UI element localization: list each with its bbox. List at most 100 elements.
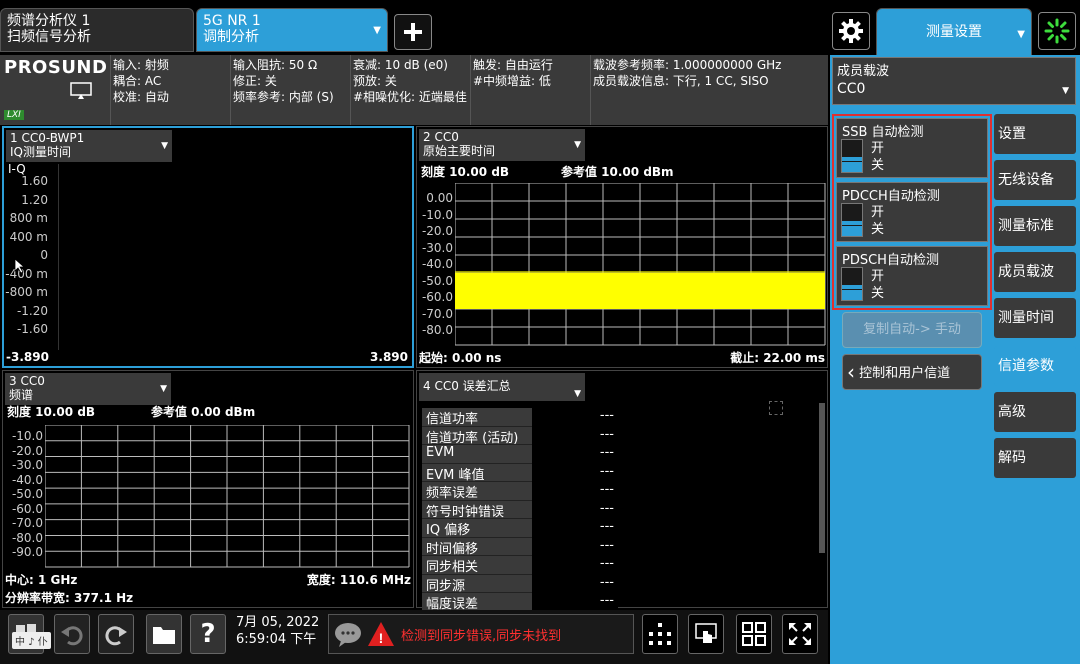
metric-name: 信道功率 (活动) [422, 426, 532, 445]
marker-tools-button[interactable] [642, 614, 678, 654]
touch-button[interactable] [688, 614, 724, 654]
info-text: 触发: 自由运行 [473, 58, 553, 72]
y-tick-label: -60.0 [11, 501, 43, 516]
side-menu-radio[interactable]: 无线设备 [994, 160, 1076, 200]
info-text: 校准: 自动 [113, 90, 169, 104]
y-tick-label: -1.20 [16, 303, 48, 318]
redo-button[interactable] [98, 614, 134, 654]
cast-button[interactable] [64, 81, 98, 101]
toggle-off-label: 关 [871, 286, 885, 301]
help-button[interactable]: ? [190, 614, 226, 654]
metric-name: 信道功率 [422, 408, 532, 427]
error-summary-table: 信道功率 --- 信道功率 (活动) --- EVM --- EVM 峰值 --- 频率误差 --… [422, 408, 618, 612]
file-button[interactable] [146, 614, 182, 654]
metric-value: --- [532, 500, 618, 519]
menu-label: 测量设置 [926, 24, 982, 40]
info-text: 修正: 关 [233, 74, 277, 88]
window-title-dropdown[interactable]: 2 CC0 原始主要时间 ▼ [419, 129, 585, 161]
info-text: 耦合: AC [113, 74, 162, 88]
toggle-title: PDSCH自动检测 [842, 253, 939, 268]
window-iq[interactable]: 1 CC0-BWP1 IQ测量时间 ▼ I-Q 1.60 1.20 800 m 400… [2, 126, 414, 368]
window-spectrum[interactable]: 3 CC0 频谱 ▼ 刻度 10.00 dB 参考值 0.00 dBm -10.… [2, 370, 414, 608]
side-menu-meas-time[interactable]: 测量时间 [994, 298, 1076, 338]
window-subtitle: 频谱 [9, 388, 34, 402]
button-label: 复制自动-> 手动 [863, 322, 961, 337]
table-row: 信道功率 --- [422, 408, 618, 427]
pdsch-auto-detect-toggle[interactable]: PDSCH自动检测 开 关 [836, 246, 988, 306]
side-menu-component-carrier[interactable]: 成员载波 [994, 252, 1076, 292]
tab-5g-nr[interactable]: 5G NR 1 调制分析 ▼ [196, 8, 388, 52]
window-subtitle: 原始主要时间 [423, 144, 496, 158]
message-bar[interactable]: ! 检测到同步错误,同步未找到 [328, 614, 634, 654]
ref-level-label: 参考值 0.00 dBm [151, 405, 256, 419]
layout-button[interactable] [736, 614, 772, 654]
info-text: 输入阻抗: 50 Ω [233, 58, 318, 72]
undo-button[interactable] [54, 614, 90, 654]
window-title-dropdown[interactable]: 4 CC0 误差汇总 ▼ [419, 373, 585, 401]
y-tick-label: -1.60 [16, 322, 48, 336]
y-tick-label: -800 m [5, 285, 48, 299]
measure-setup-menu[interactable]: 测量设置 ▼ [876, 8, 1032, 56]
metric-value: --- [532, 482, 618, 501]
y-tick-label: -20.0 [11, 443, 43, 458]
chevron-down-icon: ▼ [1062, 86, 1069, 96]
time-text: 6:59:04 下午 [236, 632, 317, 647]
copy-auto-to-manual-button[interactable]: 复制自动-> 手动 [842, 312, 982, 348]
info-text: 成员载波信息: 下行, 1 CC, SISO [593, 74, 769, 88]
control-user-channel-button[interactable]: ‹ 控制和用户信道 [842, 354, 982, 390]
table-row: IQ 偏移 --- [422, 519, 618, 538]
table-row: 同步源 --- [422, 574, 618, 593]
carrier-select-value: CC0 [837, 81, 866, 97]
side-menu-label: 成员载波 [998, 264, 1054, 280]
ssb-auto-detect-toggle[interactable]: SSB 自动检测 开 关 [836, 118, 988, 178]
tab-spectrum-analyzer[interactable]: 频谱分析仪 1 扫频信号分析 [0, 8, 194, 52]
window-title-dropdown[interactable]: 1 CC0-BWP1 IQ测量时间 ▼ [6, 130, 172, 162]
metric-name: IQ 偏移 [422, 519, 532, 538]
spectrum-plot [45, 425, 410, 568]
y-tick-label: -60.0 [421, 290, 453, 304]
y-tick-label: -80.0 [421, 323, 453, 337]
metric-value: --- [532, 463, 618, 482]
side-menu-setup[interactable]: 设置 [994, 114, 1076, 154]
window-title: 3 CC0 [9, 374, 45, 388]
toggle-title: PDCCH自动检测 [842, 189, 940, 204]
pdcch-auto-detect-toggle[interactable]: PDCCH自动检测 开 关 [836, 182, 988, 242]
toggle-off-label: 关 [871, 222, 885, 237]
chevron-down-icon: ▼ [574, 389, 581, 399]
maximize-button[interactable] [782, 614, 818, 654]
metric-value: --- [532, 519, 618, 538]
ime-indicator[interactable]: 中 ♪ 仆 [12, 632, 51, 649]
side-menu-channel-params[interactable]: 信道参数 [994, 346, 1076, 386]
x-axis-max: 3.890 [370, 350, 408, 364]
lxi-badge: LXI [4, 110, 24, 120]
add-tab-button[interactable] [394, 14, 432, 50]
info-impedance: 输入阻抗: 50 Ω 修正: 关 频率参考: 内部 (S) [230, 55, 350, 125]
side-menu-advanced[interactable]: 高级 [994, 392, 1076, 432]
x-axis-min: -3.890 [6, 350, 49, 364]
carrier-select[interactable]: 成员载波 CC0 ▼ [832, 57, 1076, 105]
tab-line1: 5G NR 1 [203, 13, 261, 29]
info-text: 衰减: 10 dB (e0) [353, 58, 448, 72]
scrollbar[interactable] [819, 403, 825, 553]
chevron-down-icon: ▼ [373, 25, 381, 36]
side-menu-decode[interactable]: 解码 [994, 438, 1076, 478]
gear-icon [839, 19, 863, 43]
toggle-switch [841, 139, 863, 173]
side-menu-label: 测量时间 [998, 310, 1054, 326]
y-tick-label: -50.0 [421, 273, 453, 288]
window-title-dropdown[interactable]: 3 CC0 频谱 ▼ [5, 373, 171, 405]
window-title: 1 CC0-BWP1 [10, 131, 85, 145]
toggle-switch [841, 267, 863, 301]
side-menu-standard[interactable]: 测量标准 [994, 206, 1076, 246]
settings-button[interactable] [832, 12, 870, 50]
chevron-down-icon: ▼ [161, 141, 168, 151]
info-text: 预放: 关 [353, 74, 397, 88]
toggle-off-label: 关 [871, 158, 885, 173]
window-time[interactable]: 2 CC0 原始主要时间 ▼ 刻度 10.00 dB 参考值 10.00 dBm… [416, 126, 828, 368]
chevron-left-icon: ‹ [847, 360, 855, 384]
table-row: EVM 峰值 --- [422, 463, 618, 482]
metric-value: --- [532, 445, 618, 464]
side-menu-label: 无线设备 [998, 172, 1054, 188]
screen-cast-icon [70, 82, 92, 99]
status-indicator-button[interactable] [1038, 12, 1076, 50]
